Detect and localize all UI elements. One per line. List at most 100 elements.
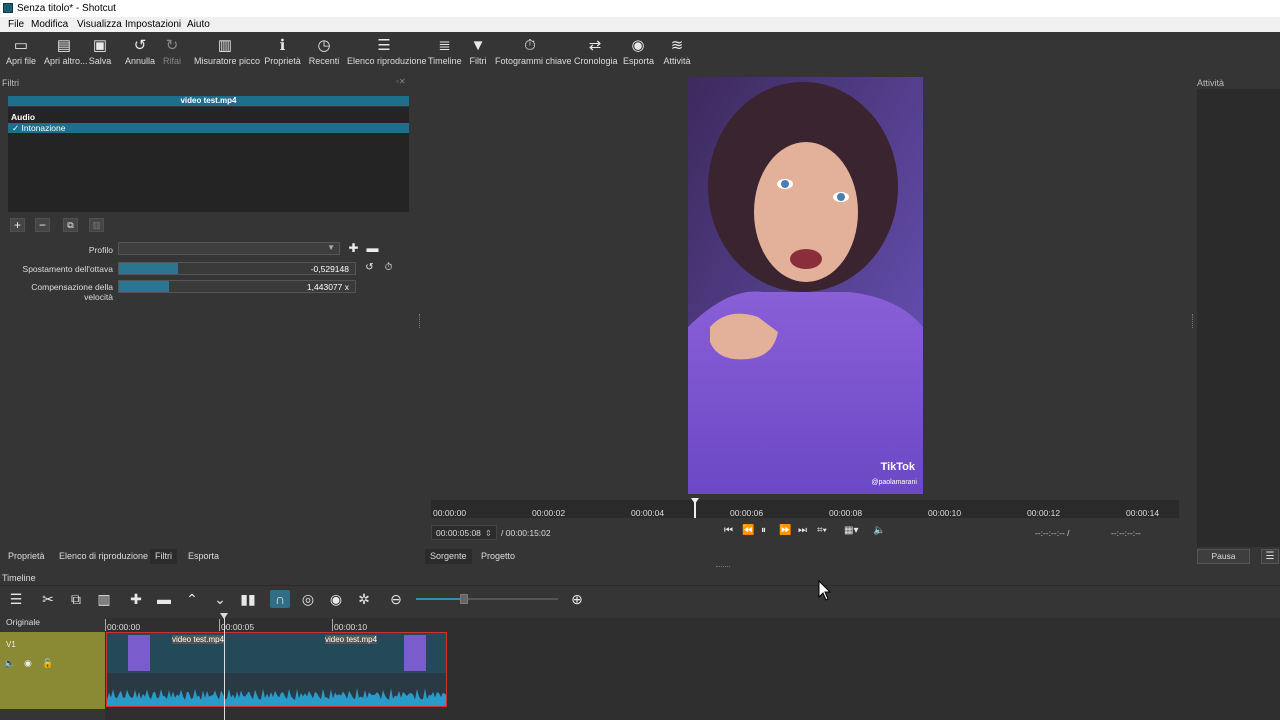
copy-icon[interactable]: ⧉ [66,590,86,608]
remove-filter-button[interactable]: − [35,218,50,232]
ripple-icon[interactable]: ◉ [326,590,346,608]
tab-properties[interactable]: Proprietà [3,549,50,564]
ruler-label: 00:00:14 [1126,508,1160,518]
save-button[interactable]: ▣ Salva [88,36,112,72]
tab-export[interactable]: Esporta [183,549,224,564]
speed-compensation-slider[interactable]: 1,443077 x [118,280,356,293]
clip-label: video test.mp4 [325,635,378,644]
reset-button[interactable]: ↺ [362,262,377,276]
properties-button[interactable]: ℹ Proprietà [264,36,301,72]
grid-icon[interactable]: ▦▾ [844,525,858,536]
add-filter-button[interactable]: + [10,218,25,232]
skip-previous-icon[interactable]: ⏮ [724,525,733,536]
ruler-tick [332,619,333,631]
video-preview: TikTok @paolamarani [688,77,923,494]
eye-icon[interactable]: ◉ [24,658,32,669]
splitter-handle[interactable] [716,566,730,568]
lock-icon[interactable]: 🔓 [42,658,53,669]
copy-filters-button[interactable]: ⧉ [63,218,78,232]
menu-modifica[interactable]: Modifica [31,19,68,30]
menu-visualizza[interactable]: Visualizza [77,19,122,30]
mute-icon[interactable]: 🔈 [4,658,15,669]
pause-jobs-button[interactable]: Pausa [1197,549,1250,564]
filter-item-intonazione[interactable]: ✓ Intonazione [8,123,409,133]
keyframe-button[interactable]: ⏱ [381,262,396,276]
pause-icon[interactable]: ⏸ [761,525,766,536]
filters-button[interactable]: ▼ Filtri [468,36,488,72]
ruler-label: 00:00:10 [928,508,962,518]
history-button[interactable]: ⇄ Cronologia [574,36,618,72]
timeline-playhead[interactable] [224,613,225,720]
zoom-slider-handle[interactable] [460,594,468,604]
player-scrubber[interactable]: 00:00:00 00:00:02 00:00:04 00:00:06 00:0… [431,498,1179,518]
tab-project[interactable]: Progetto [476,549,520,564]
peak-meter-button[interactable]: ▥ Misuratore picco [194,36,260,72]
timeline-playhead-marker[interactable] [220,613,228,619]
menu-impostazioni[interactable]: Impostazioni [125,19,181,30]
copy-icon: ⧉ [67,220,74,230]
dock-float-close-icon[interactable]: ▫✕ [396,77,406,86]
timeline-clip[interactable]: video test.mp4 video test.mp4 [106,632,447,707]
timeline-ruler-label: 00:00:10 [334,622,368,632]
export-icon: ◉ [631,37,645,54]
undo-button[interactable]: ↺ Annulla [124,36,156,72]
skip-next-icon[interactable]: ⏭ [798,525,807,536]
octave-shift-slider[interactable]: -0,529148 [118,262,356,275]
window-title: Senza titolo* - Shotcut [17,3,116,14]
save-preset-button[interactable]: ✚ [346,242,361,256]
paste-filters-button[interactable]: ▥ [89,218,104,232]
lift-icon[interactable]: ⌃ [182,590,202,608]
track-header-v1[interactable]: V1 🔈 ◉ 🔓 [0,632,105,709]
ripple-all-icon[interactable]: ✲ [354,590,374,608]
jobs-button[interactable]: ≋ Attività [662,36,692,72]
redo-button[interactable]: ↻ Rifai [160,36,184,72]
volume-icon[interactable]: 🔈 [873,525,885,536]
playhead-line [694,500,696,518]
rewind-icon[interactable]: ⏪ [742,525,754,536]
remove-icon[interactable]: ▬ [154,590,174,608]
tab-filters[interactable]: Filtri [150,549,177,564]
plus-icon: + [13,218,21,232]
timeline-toolbar: ☰ ✂ ⧉ ▥ ✚ ▬ ⌃ ⌄ ▮▮ ∩ ◎ ◉ ✲ ⊖ ⊕ [0,585,1280,611]
append-icon[interactable]: ✚ [126,590,146,608]
track-name: V1 [6,640,16,649]
paste-icon[interactable]: ▥ [94,590,114,608]
scrub-icon[interactable]: ◎ [298,590,318,608]
recent-button[interactable]: ◷ Recenti [308,36,340,72]
split-icon[interactable]: ▮▮ [238,590,258,608]
spinner-icon[interactable]: ⇕ [485,528,492,539]
menu-aiuto[interactable]: Aiuto [187,19,210,30]
open-other-icon: ▤ [56,37,72,54]
profile-label: Profilo [88,245,113,255]
splitter-handle[interactable] [419,314,421,328]
keyframes-button[interactable]: ⏱ Fotogrammi chiave [495,36,572,72]
open-file-button[interactable]: ▭ Apri file [5,36,37,72]
open-other-button[interactable]: ▤ Apri altro... [44,36,88,72]
cut-icon[interactable]: ✂ [38,590,58,608]
timeline-button[interactable]: ≣ Timeline [428,36,462,72]
snap-icon[interactable]: ∩ [270,590,290,608]
menu-file[interactable]: File [8,19,24,30]
ruler-label: 00:00:06 [730,508,764,518]
profile-select[interactable]: ▼ [118,242,340,255]
export-button[interactable]: ◉ Esporta [623,36,654,72]
filter-check-icon[interactable]: ✓ [12,123,19,133]
timeline-menu-icon[interactable]: ☰ [6,590,26,608]
splitter-handle[interactable] [1192,314,1194,328]
zoom-in-icon[interactable]: ⊕ [567,590,587,608]
current-time-field[interactable]: 00:00:05:08 ⇕ [431,525,497,540]
tab-playlist[interactable]: Elenco di riproduzione [54,549,153,564]
zoom-out-icon[interactable]: ⊖ [386,590,406,608]
ruler-tick [105,619,106,631]
zoom-icon[interactable]: ⌗▾ [817,525,827,536]
jobs-menu-icon[interactable]: ☰ [1261,549,1279,564]
zoom-slider[interactable] [416,594,558,604]
delete-preset-button[interactable]: ▬ [365,242,380,256]
playlist-button[interactable]: ☰ Elenco riproduzione [347,36,427,72]
overwrite-icon[interactable]: ⌄ [210,590,230,608]
tiktok-user: @paolamarani [871,479,917,486]
filter-list[interactable]: Audio ✓ Intonazione [8,107,409,212]
fast-forward-icon[interactable]: ⏩ [779,525,791,536]
tab-source[interactable]: Sorgente [425,549,472,564]
minus-icon: − [38,218,46,232]
